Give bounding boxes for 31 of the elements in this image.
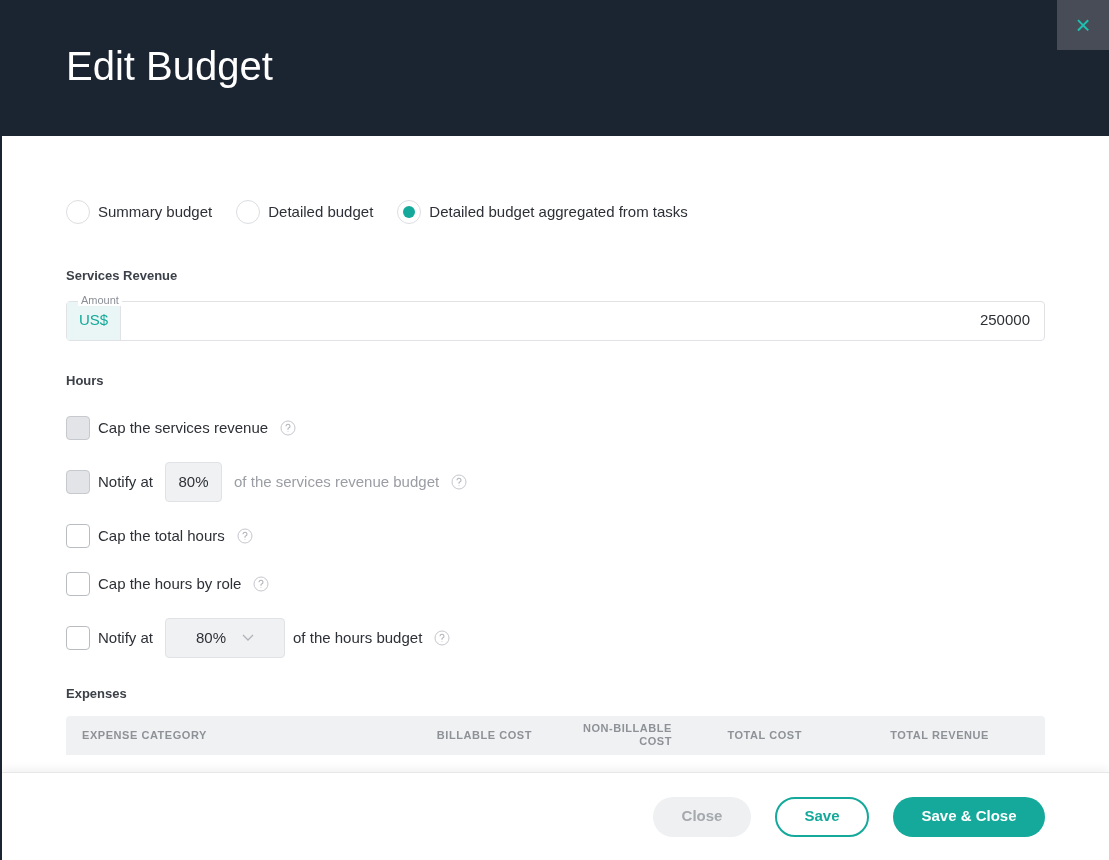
radio-option[interactable]: Summary budget <box>66 200 213 224</box>
option-suffix: of the services revenue budget <box>234 471 440 492</box>
section-heading: Expenses <box>66 685 128 703</box>
help-icon[interactable] <box>280 420 297 436</box>
help-icon[interactable] <box>253 576 270 592</box>
help-icon[interactable] <box>434 630 451 646</box>
column-header: EXPENSE CATEGORY <box>82 728 208 743</box>
option-label: Notify at <box>98 471 154 492</box>
option-label: Cap the services revenue <box>98 417 269 438</box>
option-label: Cap the total hours <box>98 525 225 546</box>
column-header: BILLABLE COST <box>435 728 532 743</box>
close-button[interactable]: × <box>1057 0 1109 50</box>
help-icon[interactable] <box>236 528 253 544</box>
section-heading: Services Revenue <box>66 267 179 285</box>
chevron-down-icon <box>242 634 255 642</box>
radio-option[interactable]: Detailed budget aggregated from tasks <box>397 200 688 224</box>
option-label: Notify at <box>98 627 154 648</box>
checkbox[interactable] <box>66 572 90 596</box>
checkbox[interactable] <box>66 524 90 548</box>
column-header: TOTAL REVENUE <box>889 728 990 743</box>
amount-value: 250000 <box>978 310 1031 331</box>
dialog-title: Edit Budget <box>66 43 273 90</box>
column-header: NON-BILLABLE COST <box>581 721 672 749</box>
option-label: Cap the hours by role <box>98 573 242 594</box>
option-suffix: of the hours budget <box>293 627 423 648</box>
radio-option[interactable]: Detailed budget <box>236 200 374 224</box>
percent-dropdown[interactable]: 80% <box>165 618 286 658</box>
section-heading: Hours <box>66 371 105 390</box>
checkbox[interactable] <box>66 626 90 650</box>
column-header: TOTAL COST <box>726 728 802 743</box>
help-icon[interactable] <box>451 474 468 490</box>
